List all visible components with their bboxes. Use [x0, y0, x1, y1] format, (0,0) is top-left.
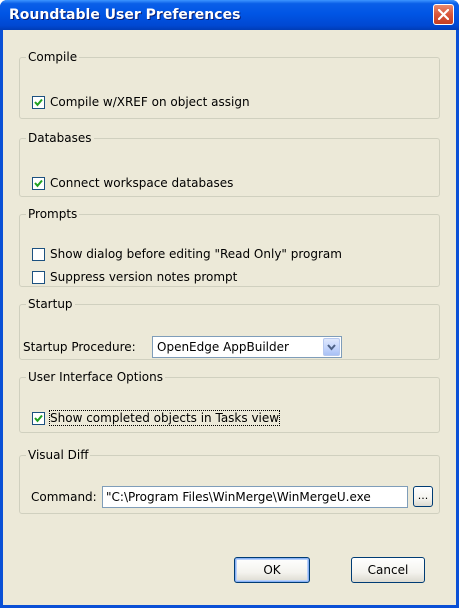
chevron-down-icon: [327, 344, 336, 351]
startup-procedure-select[interactable]: OpenEdge AppBuilder: [152, 336, 342, 358]
read-only-checkbox[interactable]: [32, 247, 45, 261]
read-only-label: Show dialog before editing "Read Only" p…: [50, 247, 342, 261]
cancel-button[interactable]: Cancel: [351, 557, 425, 583]
version-notes-checkbox[interactable]: [32, 270, 45, 284]
visual-diff-legend: Visual Diff: [28, 448, 89, 462]
ui-options-legend: User Interface Options: [28, 370, 164, 384]
command-label: Command:: [31, 490, 97, 504]
startup-procedure-dropdown-button[interactable]: [323, 338, 340, 356]
startup-procedure-value: OpenEdge AppBuilder: [157, 340, 289, 354]
completed-objects-option[interactable]: Show completed objects in Tasks view: [32, 410, 281, 426]
startup-procedure-label: Startup Procedure:: [23, 340, 136, 354]
ok-button[interactable]: OK: [234, 557, 310, 583]
close-button[interactable]: [433, 4, 454, 25]
connect-databases-checkbox[interactable]: [32, 176, 45, 190]
compile-legend: Compile: [28, 50, 78, 64]
xref-checkbox[interactable]: [32, 95, 45, 109]
title-bar[interactable]: Roundtable User Preferences: [0, 0, 459, 30]
databases-group: Databases Connect workspace databases: [19, 131, 440, 197]
prompts-legend: Prompts: [28, 207, 78, 221]
version-notes-option[interactable]: Suppress version notes prompt: [32, 269, 237, 285]
connect-databases-option[interactable]: Connect workspace databases: [32, 175, 233, 191]
preferences-dialog: Roundtable User Preferences Compile Comp…: [0, 0, 459, 608]
check-icon: [34, 98, 43, 106]
prompts-group: Prompts Show dialog before editing "Read…: [19, 207, 440, 287]
visual-diff-group: Visual Diff Command: "C:\Program Files\W…: [19, 448, 440, 514]
startup-legend: Startup: [28, 297, 73, 311]
check-icon: [34, 179, 43, 187]
databases-legend: Databases: [28, 131, 92, 145]
completed-objects-checkbox[interactable]: [32, 411, 45, 425]
window-title: Roundtable User Preferences: [9, 7, 241, 23]
check-icon: [34, 414, 43, 422]
browse-button[interactable]: ...: [413, 486, 433, 507]
xref-option[interactable]: Compile w/XREF on object assign: [32, 94, 250, 110]
ui-options-group: User Interface Options Show completed ob…: [19, 370, 440, 433]
compile-group: Compile Compile w/XREF on object assign: [19, 50, 440, 119]
version-notes-label: Suppress version notes prompt: [50, 270, 238, 284]
connect-databases-label: Connect workspace databases: [50, 176, 234, 190]
read-only-option[interactable]: Show dialog before editing "Read Only" p…: [32, 246, 342, 262]
xref-label: Compile w/XREF on object assign: [50, 95, 250, 109]
command-input[interactable]: "C:\Program Files\WinMerge\WinMergeU.exe: [102, 486, 408, 508]
startup-group: Startup Startup Procedure: OpenEdge AppB…: [19, 297, 440, 360]
close-icon: [438, 9, 449, 20]
completed-objects-label: Show completed objects in Tasks view: [48, 410, 281, 426]
